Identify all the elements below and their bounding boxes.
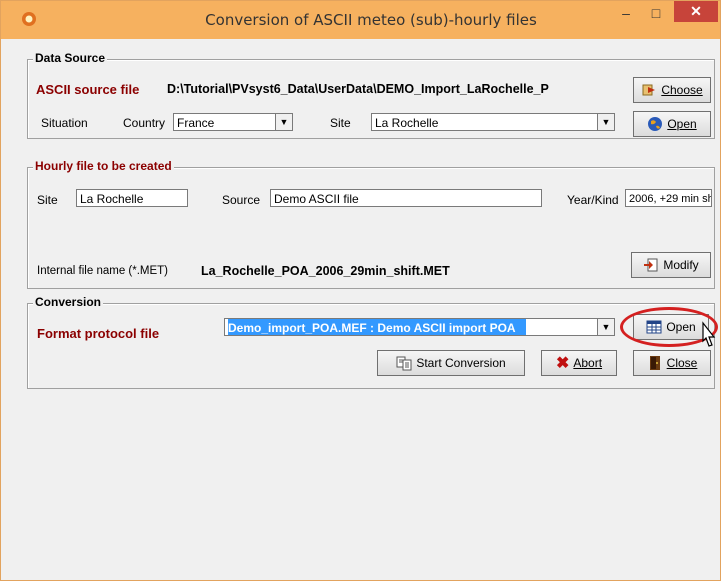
- open-site-label: Open: [667, 117, 697, 131]
- red-x-icon: ✖: [555, 355, 570, 372]
- modify-icon: [644, 258, 658, 272]
- format-protocol-label: Format protocol file: [37, 326, 160, 341]
- format-protocol-select[interactable]: Demo_import_POA.MEF : Demo ASCII import …: [224, 318, 615, 336]
- hourly-file-title: Hourly file to be created: [33, 159, 174, 173]
- conversion-window: Conversion of ASCII meteo (sub)-hourly f…: [0, 0, 721, 581]
- mouse-cursor-icon: [702, 321, 716, 347]
- site-label: Site: [330, 116, 351, 130]
- close-window-button[interactable]: ✕: [674, 1, 718, 22]
- modify-button[interactable]: Modify: [631, 252, 711, 278]
- minimize-button[interactable]: –: [613, 3, 639, 25]
- maximize-button[interactable]: □: [643, 3, 669, 25]
- title-bar[interactable]: Conversion of ASCII meteo (sub)-hourly f…: [1, 1, 720, 39]
- country-select[interactable]: France ▼: [173, 113, 293, 131]
- internal-name-value: La_Rochelle_POA_2006_29min_shift.MET: [201, 264, 450, 278]
- hourly-site-label: Site: [37, 193, 58, 207]
- internal-name-label: Internal file name (*.MET): [37, 265, 169, 277]
- country-value: France: [177, 116, 215, 130]
- choose-arrow-icon: [642, 84, 656, 96]
- start-conversion-icon: [396, 356, 412, 371]
- start-conversion-button[interactable]: Start Conversion: [377, 350, 525, 376]
- conversion-group: Conversion: [27, 295, 715, 389]
- yearkind-input[interactable]: 2006, +29 min shift: [625, 189, 712, 207]
- site-value: La Rochelle: [375, 116, 439, 130]
- start-conversion-label: Start Conversion: [416, 356, 506, 370]
- close-label: Close: [666, 356, 698, 370]
- data-source-title: Data Source: [33, 51, 108, 65]
- choose-label: Choose: [661, 83, 703, 97]
- conversion-title: Conversion: [33, 295, 104, 309]
- abort-button[interactable]: ✖ Abort: [541, 350, 617, 376]
- chevron-down-icon: ▼: [275, 114, 292, 130]
- globe-icon: [648, 117, 663, 131]
- open-site-button[interactable]: Open: [633, 111, 711, 137]
- choose-button[interactable]: Choose: [633, 77, 711, 103]
- modify-label: Modify: [663, 258, 699, 272]
- close-button[interactable]: Close: [633, 350, 711, 376]
- ascii-source-label: ASCII source file: [36, 82, 140, 97]
- situation-label: Situation: [41, 116, 88, 130]
- door-icon: [649, 356, 660, 370]
- chevron-down-icon: ▼: [597, 114, 614, 130]
- site-select[interactable]: La Rochelle ▼: [371, 113, 615, 131]
- chevron-down-icon: ▼: [597, 319, 614, 335]
- abort-label: Abort: [573, 356, 603, 370]
- hourly-site-input[interactable]: La Rochelle: [76, 189, 188, 207]
- country-label: Country: [123, 116, 166, 130]
- format-protocol-value: Demo_import_POA.MEF : Demo ASCII import …: [228, 319, 526, 335]
- yearkind-label: Year/Kind: [567, 193, 619, 207]
- source-label: Source: [222, 193, 261, 207]
- ascii-source-path: D:\Tutorial\PVsyst6_Data\UserData\DEMO_I…: [167, 82, 549, 96]
- source-input[interactable]: Demo ASCII file: [270, 189, 542, 207]
